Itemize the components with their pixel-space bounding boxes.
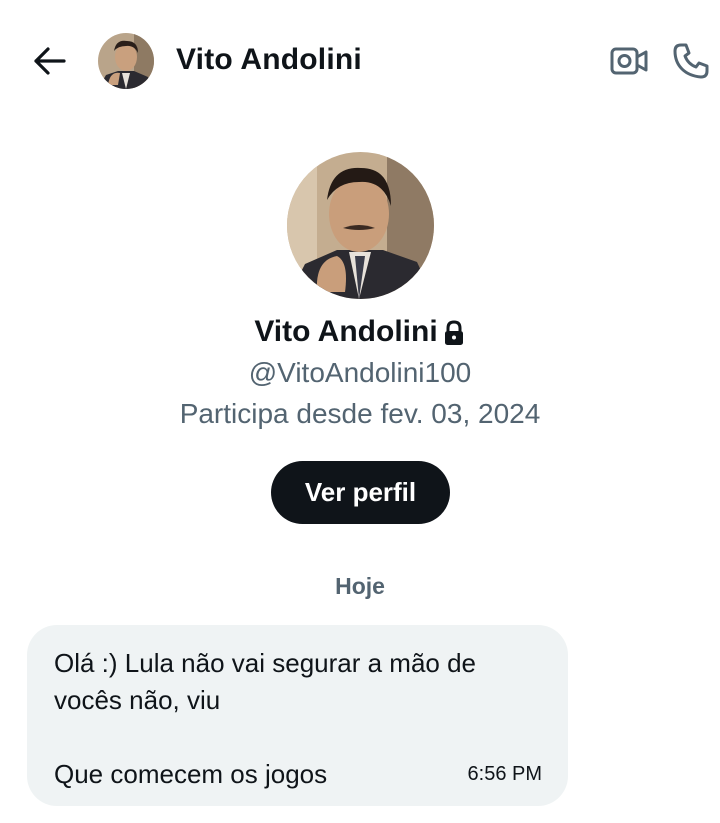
- avatar-image: [287, 152, 434, 299]
- video-call-button[interactable]: [608, 42, 650, 80]
- profile-avatar[interactable]: [287, 152, 434, 299]
- avatar-image: [98, 33, 154, 89]
- profile-joined-date: Participa desde fev. 03, 2024: [179, 398, 541, 429]
- back-button[interactable]: [28, 40, 70, 82]
- arrow-left-icon: [34, 47, 66, 75]
- profile-name: Vito Andolini: [254, 315, 438, 348]
- message-bubble[interactable]: Olá :) Lula não vai segurar a mão de voc…: [27, 625, 568, 806]
- profile-name-row: Vito Andolini: [0, 312, 720, 352]
- lock-icon: [442, 320, 466, 346]
- voice-call-button[interactable]: [670, 40, 712, 82]
- view-profile-button[interactable]: Ver perfil: [271, 461, 450, 524]
- date-divider: Hoje: [335, 573, 385, 599]
- profile-handle: @VitoAndolini100: [248, 357, 472, 388]
- header-avatar[interactable]: [98, 33, 154, 89]
- video-call-icon: [610, 47, 648, 75]
- message-timestamp: 6:56 PM: [467, 763, 542, 785]
- phone-icon: [673, 43, 709, 79]
- conversation-header: Vito Andolini: [0, 0, 720, 122]
- header-title[interactable]: Vito Andolini: [176, 43, 362, 77]
